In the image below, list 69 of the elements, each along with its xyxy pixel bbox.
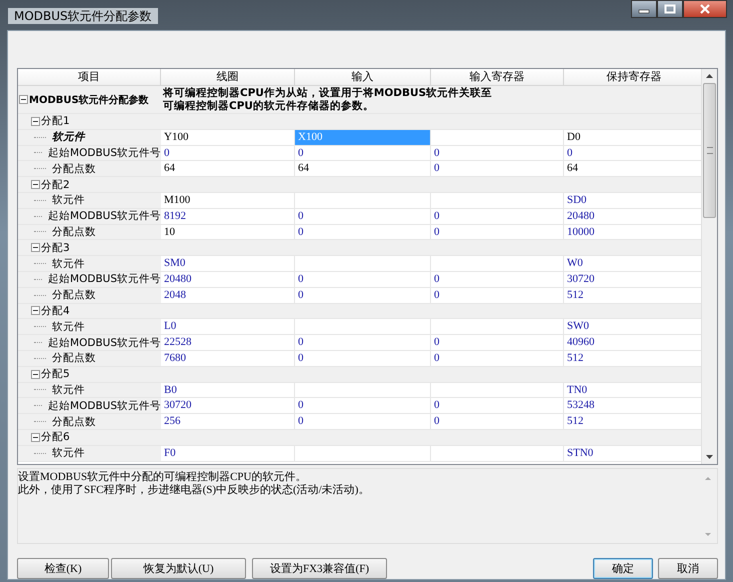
value-cell[interactable]: 0 [161,146,295,160]
dialog-button[interactable]: 检查(K) [17,558,109,579]
dialog-button[interactable]: 设置为FX3兼容值(F) [252,558,387,579]
value-cell[interactable]: 0 [295,272,431,287]
value-cell[interactable]: 0 [431,350,564,366]
value-cell[interactable]: 20480 [161,272,295,287]
scrollbar-thumb[interactable] [703,83,716,218]
value-cell[interactable]: SM0 [161,256,295,271]
value-cell[interactable]: 64 [295,161,431,176]
value-cell[interactable]: 0 [295,288,431,303]
value-cell[interactable]: 0 [431,161,564,176]
tree-item[interactable]: 分配5 [41,367,70,382]
value-cell[interactable]: 0 [295,146,431,160]
value-cell[interactable]: 256 [161,414,295,429]
value-cell[interactable]: 10 [161,224,295,240]
collapse-icon[interactable] [31,432,40,442]
scrollbar[interactable] [701,69,717,464]
close-button[interactable] [683,0,727,18]
value-cell[interactable]: 0 [295,414,431,429]
value-cell[interactable]: 0 [431,208,564,224]
collapse-icon[interactable] [31,306,40,316]
value-cell[interactable]: 2048 [161,288,295,303]
value-cell[interactable]: 0 [431,224,564,240]
collapse-icon[interactable] [31,243,40,252]
help-text: 设置MODBUS软元件中分配的可编程控制器CPU的软元件。 [18,471,308,484]
dialog-button[interactable]: 取消 [658,558,718,579]
value-cell[interactable]: 7680 [161,350,295,366]
value-cell[interactable]: 0 [431,398,564,414]
column-header[interactable]: 输入 [295,69,431,85]
maximize-button[interactable] [657,0,683,18]
column-header[interactable]: 线圈 [161,69,295,85]
value-cell[interactable]: 0 [295,208,431,224]
value-cell[interactable]: 0 [431,146,564,160]
value-cell[interactable]: 0 [295,224,431,240]
value-cell[interactable]: 0 [431,272,564,287]
value-cell[interactable]: 30720 [161,398,295,414]
value-cell[interactable]: 22528 [161,335,295,350]
close-icon [699,4,711,14]
collapse-icon[interactable] [31,180,40,190]
value-cell[interactable]: 0 [431,414,564,429]
value-cell[interactable]: 8192 [161,208,295,224]
value-cell[interactable]: 0 [295,350,431,366]
value-cell[interactable]: 0 [431,335,564,350]
window-title: MODBUS软元件分配参数 [8,8,158,24]
value-cell[interactable]: B0 [161,382,295,398]
tree-item[interactable]: MODBUS软元件分配参数 [29,92,149,106]
tree-item[interactable]: 分配3 [41,240,70,255]
collapse-icon[interactable] [31,116,40,126]
value-cell[interactable]: F0 [161,446,295,461]
value-cell[interactable]: 64 [161,161,295,176]
value-cell[interactable]: 0 [295,335,431,350]
column-header[interactable]: 项目 [18,69,161,85]
value-cell[interactable]: 0 [431,288,564,303]
dialog-button[interactable]: 恢复为默认(U) [111,558,246,579]
tree-item[interactable]: 分配4 [41,304,70,318]
maximize-icon [664,4,676,14]
collapse-icon[interactable] [19,95,28,104]
tree-item[interactable]: 分配2 [41,178,70,192]
column-header[interactable]: 输入寄存器 [431,69,564,85]
collapse-icon[interactable] [31,370,40,379]
root-description: 将可编程控制器CPU作为从站，设置用于将MODBUS软元件关联至 可编程控制器CPU的软元件存储器的参数。 [162,86,492,113]
value-cell[interactable]: M100 [161,192,295,208]
tree-item[interactable]: 分配1 [41,114,70,128]
minimize-button[interactable] [631,0,657,18]
tree-item[interactable]: 分配6 [41,430,70,444]
value-cell[interactable]: 0 [295,398,431,414]
value-cell[interactable]: L0 [161,319,295,334]
help-text: 此外，使用了SFC程序时，步进继电器(S)中反映步的状态(活动/未活动)。 [18,484,370,497]
dialog-button[interactable]: 确定 [593,558,653,579]
